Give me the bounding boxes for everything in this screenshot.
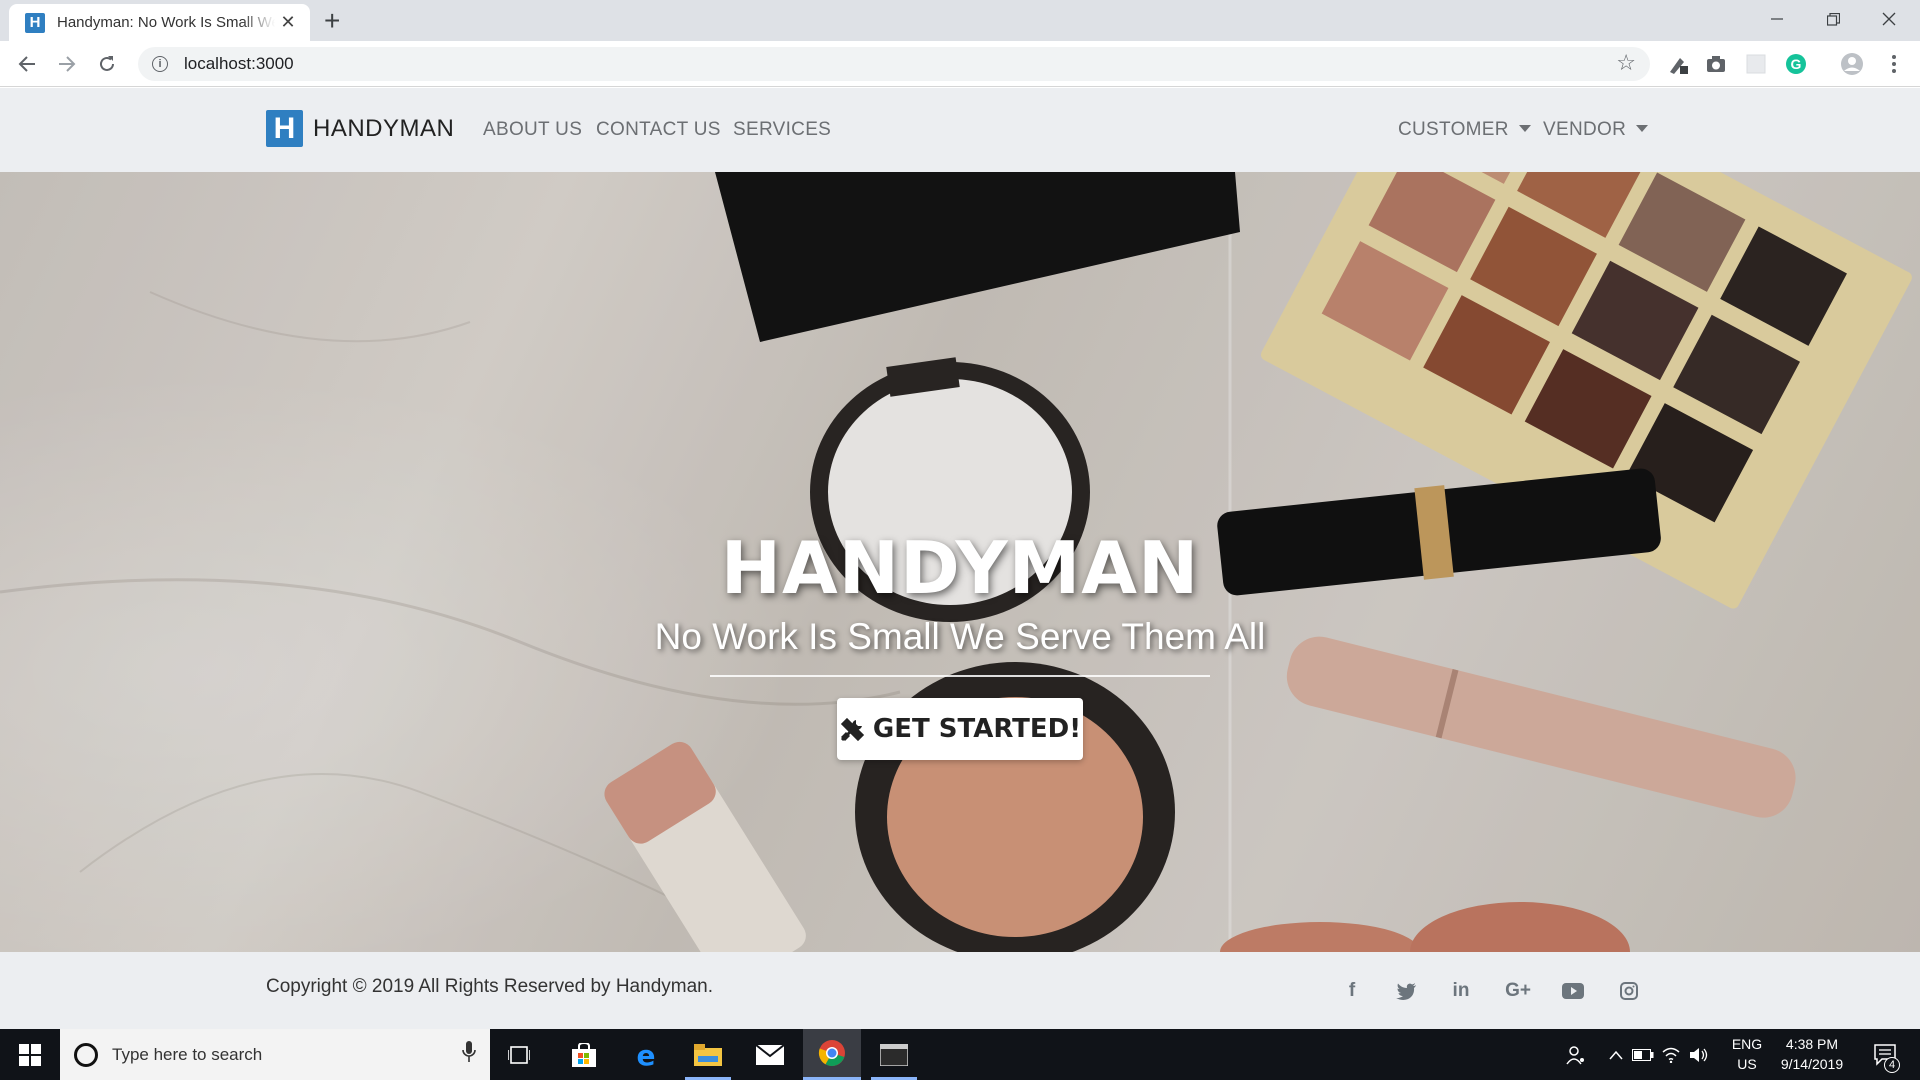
clock[interactable]: 4:38 PM 9/14/2019 [1772, 1034, 1852, 1074]
new-tab-icon[interactable]: + [324, 6, 340, 36]
taskbar-search-placeholder: Type here to search [112, 1044, 263, 1064]
input-language[interactable]: ENG US [1728, 1034, 1766, 1074]
profile-avatar-icon[interactable] [1840, 52, 1864, 76]
facebook-icon[interactable]: f [1339, 978, 1365, 1004]
mail-icon[interactable] [741, 1029, 799, 1080]
chevron-up-icon[interactable] [1604, 1029, 1628, 1080]
hero-section: HANDYMAN No Work Is Small We Serve Them … [0, 172, 1920, 952]
file-explorer-icon[interactable] [679, 1029, 737, 1080]
taskbar-search-box[interactable]: Type here to search [60, 1029, 490, 1080]
get-started-label: GET STARTED! [872, 714, 1082, 744]
copyright-text: Copyright © 2019 All Rights Reserved by … [266, 976, 714, 997]
extension-grid-icon[interactable] [1744, 52, 1768, 76]
tab-title: Handyman: No Work Is Small We Serve Them… [57, 14, 275, 31]
people-icon[interactable] [1560, 1029, 1592, 1080]
cortana-icon [74, 1042, 98, 1067]
instagram-icon[interactable] [1616, 978, 1642, 1004]
notification-center-icon[interactable]: 4 [1866, 1029, 1906, 1080]
nav-link-services[interactable]: SERVICES [733, 119, 831, 141]
brand-logo-icon: H [266, 110, 303, 147]
windows-start-icon[interactable] [0, 1029, 60, 1080]
url-text: localhost:3000 [184, 54, 294, 73]
back-icon[interactable] [12, 49, 42, 79]
customer-label: CUSTOMER [1398, 119, 1509, 140]
chrome-icon[interactable] [803, 1029, 861, 1080]
notification-count: 4 [1884, 1057, 1900, 1073]
twitter-icon[interactable] [1393, 978, 1419, 1004]
volume-icon[interactable] [1686, 1029, 1712, 1080]
microsoft-store-icon[interactable] [555, 1029, 613, 1080]
brand-link[interactable]: H HANDYMAN [266, 110, 454, 147]
browser-tab[interactable]: H Handyman: No Work Is Small We Serve Th… [9, 4, 310, 41]
tools-icon [839, 714, 865, 744]
hero-title: HANDYMAN [720, 526, 1200, 610]
nav-dropdown-customer[interactable]: CUSTOMER [1398, 119, 1531, 141]
nav-link-contact-us[interactable]: CONTACT US [596, 119, 721, 141]
grammarly-icon[interactable]: G [1784, 52, 1808, 76]
camera-icon[interactable] [1704, 52, 1728, 76]
restore-icon[interactable] [1806, 0, 1860, 38]
extension-pen-icon[interactable] [1666, 52, 1690, 76]
address-bar[interactable]: i localhost:3000 ☆ [138, 47, 1650, 81]
task-view-icon[interactable] [490, 1029, 548, 1080]
brand-text: HANDYMAN [313, 114, 455, 142]
terminal-icon[interactable] [865, 1029, 923, 1080]
wifi-icon[interactable] [1658, 1029, 1684, 1080]
caret-down-icon [1518, 125, 1531, 132]
nav-link-about-us[interactable]: ABOUT US [483, 119, 582, 141]
reload-icon[interactable] [92, 49, 122, 79]
svg-text:G: G [1791, 56, 1802, 72]
minimize-icon[interactable] [1750, 0, 1804, 38]
region-code: US [1737, 1056, 1757, 1072]
caret-down-icon [1636, 125, 1649, 132]
clock-time: 4:38 PM [1785, 1036, 1839, 1052]
get-started-button[interactable]: GET STARTED! [837, 698, 1083, 760]
youtube-icon[interactable] [1560, 978, 1586, 1004]
battery-icon[interactable] [1630, 1029, 1656, 1080]
vendor-label: VENDOR [1543, 119, 1627, 140]
clock-date: 9/14/2019 [1780, 1056, 1844, 1072]
edge-browser-icon[interactable]: e [617, 1029, 675, 1080]
forward-icon[interactable] [52, 49, 82, 79]
site-navbar: H HANDYMAN ABOUT US CONTACT US SERVICES … [0, 88, 1920, 172]
windows-taskbar: Type here to search e ENG US 4:38 PM 9/1… [0, 1029, 1920, 1080]
window-close-icon[interactable] [1862, 0, 1916, 38]
info-icon[interactable]: i [152, 56, 168, 72]
nav-dropdown-vendor[interactable]: VENDOR [1543, 119, 1649, 141]
google-plus-icon[interactable]: G+ [1505, 978, 1531, 1004]
menu-icon[interactable] [1882, 52, 1906, 76]
browser-toolbar: i localhost:3000 ☆ G [0, 41, 1920, 87]
svg-text:e: e [637, 1042, 656, 1068]
hero-subtitle: No Work Is Small We Serve Them All [654, 616, 1266, 657]
star-icon[interactable]: ☆ [1616, 50, 1636, 76]
site-footer: Copyright © 2019 All Rights Reserved by … [0, 952, 1920, 1029]
linkedin-icon[interactable]: in [1448, 978, 1474, 1004]
hero-divider [710, 675, 1210, 677]
microphone-icon[interactable] [462, 1041, 476, 1069]
browser-tabstrip: H Handyman: No Work Is Small We Serve Th… [0, 0, 1920, 41]
language-code: ENG [1731, 1036, 1763, 1052]
tab-favicon-icon: H [25, 12, 45, 33]
tab-close-icon[interactable]: ✕ [278, 12, 298, 33]
